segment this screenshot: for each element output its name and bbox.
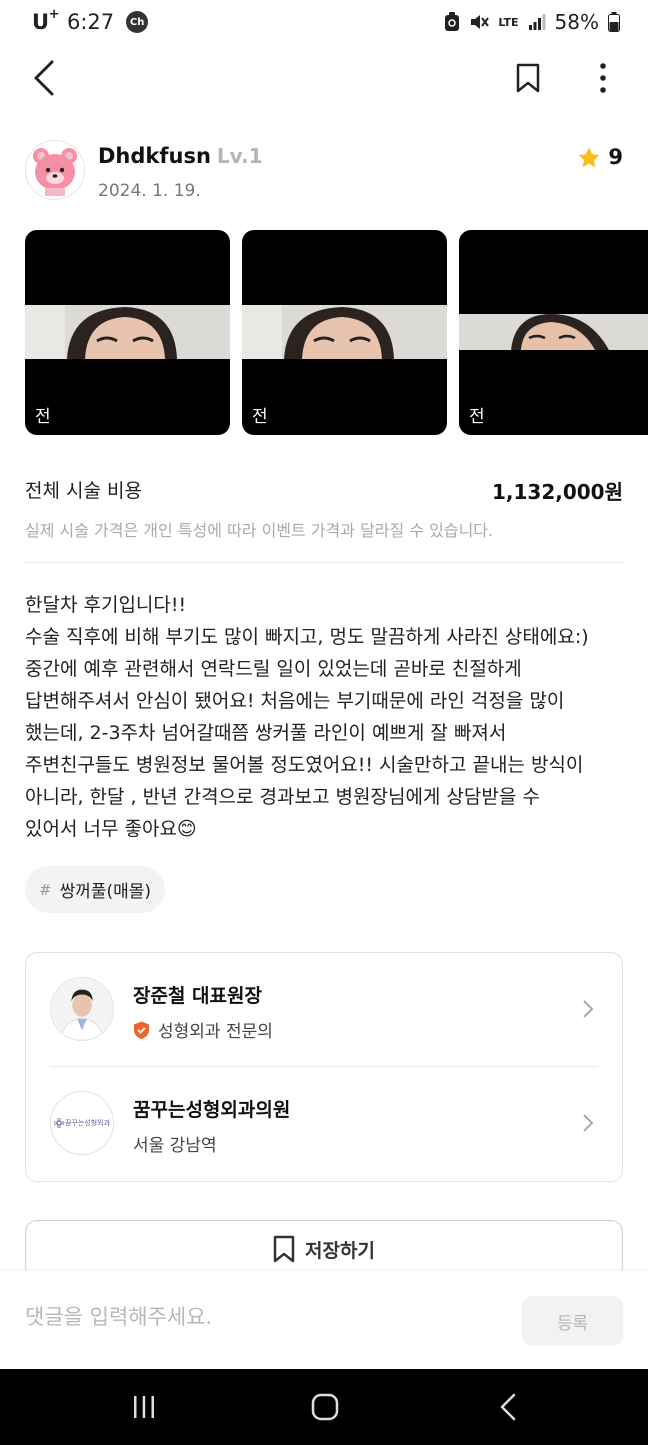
clinic-name: 꿈꾸는성형외과의원 bbox=[133, 1099, 291, 1121]
photo-label: 전 bbox=[469, 407, 485, 427]
doctor-name: 장준철 대표원장 bbox=[133, 985, 262, 1007]
review-line: 중간에 예후 관련해서 연락드릴 일이 있었는데 곧바로 친절하게 bbox=[25, 658, 522, 680]
signal-icon bbox=[528, 13, 546, 31]
rating: 9 bbox=[578, 145, 623, 169]
photo-item[interactable]: 전 bbox=[25, 230, 230, 435]
submit-comment-button[interactable]: 등록 bbox=[522, 1296, 623, 1346]
clinic-logo-text: 꿈꾸는성형외과 bbox=[64, 1119, 111, 1127]
clinic-flower-icon bbox=[53, 1118, 64, 1128]
comment-bar: 등록 bbox=[0, 1271, 648, 1369]
cost-value: 1,132,000원 bbox=[491, 480, 623, 504]
author-section: Dhdkfusn Lv.1 2024. 1. 19. 9 bbox=[25, 140, 623, 204]
bookmark-icon bbox=[516, 63, 540, 93]
system-back-button[interactable] bbox=[488, 1389, 528, 1425]
face-image bbox=[459, 314, 648, 350]
bookmark-icon bbox=[273, 1235, 295, 1263]
review-line: 있어서 너무 좋아요😊 bbox=[25, 818, 197, 840]
bear-avatar-icon bbox=[33, 148, 77, 196]
recent-apps-icon bbox=[134, 1396, 154, 1418]
home-button[interactable] bbox=[305, 1389, 345, 1425]
doctor-photo-icon bbox=[51, 978, 113, 1040]
verified-badge-icon bbox=[134, 1021, 149, 1039]
review-line: 했는데, 2-3주차 넘어갈때쯤 쌍커풀 라인이 예쁘게 잘 빠져서 bbox=[25, 722, 507, 744]
divider bbox=[25, 562, 623, 563]
status-bar: U+ 6:27 Ch LTE 58% bbox=[0, 0, 648, 44]
rating-value: 9 bbox=[608, 145, 623, 169]
hash-icon: # bbox=[39, 880, 52, 899]
doctor-avatar bbox=[50, 977, 114, 1041]
battery-icon bbox=[608, 12, 620, 32]
carrier-sup: + bbox=[48, 7, 60, 22]
save-label: 저장하기 bbox=[305, 1239, 375, 1262]
carrier-label: U+ bbox=[32, 7, 60, 34]
lte-icon: LTE bbox=[498, 15, 519, 29]
back-button[interactable] bbox=[26, 56, 62, 100]
clinic-location: 서울 강남역 bbox=[133, 1136, 217, 1156]
tag-text: 쌍꺼풀(매몰) bbox=[59, 882, 152, 902]
home-icon bbox=[311, 1393, 339, 1421]
system-nav-bar bbox=[0, 1369, 648, 1445]
status-right: LTE 58% bbox=[444, 10, 620, 34]
mute-icon bbox=[469, 12, 490, 32]
status-left: U+ 6:27 Ch bbox=[32, 7, 149, 34]
cost-note: 실제 시술 가격은 개인 특성에 따라 이벤트 가격과 달라질 수 있습니다. bbox=[25, 521, 494, 540]
ch-badge-icon: Ch bbox=[126, 11, 149, 33]
bookmark-button[interactable] bbox=[510, 56, 546, 100]
photo-label: 전 bbox=[35, 407, 51, 427]
battery-percent: 58% bbox=[554, 10, 599, 34]
clinic-logo: 꿈꾸는성형외과 bbox=[50, 1091, 114, 1155]
recycle-icon bbox=[444, 12, 460, 32]
photo-strip: 전 전 전 bbox=[25, 230, 648, 435]
doctor-specialty-row: 성형외과 전문의 bbox=[133, 1017, 273, 1042]
author-level: Lv.1 bbox=[216, 144, 263, 168]
clinic-row[interactable]: 꿈꾸는성형외과 꿈꾸는성형외과의원 서울 강남역 bbox=[26, 1067, 622, 1181]
more-options-button[interactable] bbox=[588, 56, 618, 100]
doctor-specialty: 성형외과 전문의 bbox=[158, 1022, 273, 1042]
back-arrow-icon bbox=[34, 60, 54, 96]
author-name-row: Dhdkfusn Lv.1 bbox=[98, 144, 263, 168]
status-time: 6:27 bbox=[66, 10, 115, 34]
more-vertical-icon bbox=[600, 63, 606, 93]
carrier-text: U bbox=[32, 10, 49, 34]
author-name[interactable]: Dhdkfusn bbox=[98, 144, 211, 168]
procedure-tag[interactable]: # 쌍꺼풀(매몰) bbox=[25, 866, 166, 913]
face-image bbox=[25, 305, 230, 359]
recent-apps-button[interactable] bbox=[124, 1389, 164, 1425]
cost-section: 전체 시술 비용 1,132,000원 실제 시술 가격은 개인 특성에 따라 … bbox=[25, 476, 623, 541]
system-back-icon bbox=[500, 1393, 516, 1421]
star-icon bbox=[579, 147, 600, 167]
doctor-row[interactable]: 장준철 대표원장 성형외과 전문의 bbox=[26, 953, 622, 1067]
review-line: 주변친구들도 병원정보 물어볼 정도였어요!! 시술만하고 끝내는 방식이 bbox=[25, 754, 584, 776]
review-line: 수술 직후에 비해 부기도 많이 빠지고, 멍도 말끔하게 사라진 상태에요:) bbox=[25, 626, 589, 648]
photo-item[interactable]: 전 bbox=[242, 230, 447, 435]
photo-item[interactable]: 전 bbox=[459, 230, 648, 435]
chevron-right-icon bbox=[583, 1114, 594, 1132]
review-date: 2024. 1. 19. bbox=[98, 181, 201, 201]
save-button[interactable]: 저장하기 bbox=[25, 1220, 623, 1278]
app-header bbox=[0, 50, 648, 106]
avatar[interactable] bbox=[25, 140, 85, 200]
photo-label: 전 bbox=[252, 407, 268, 427]
face-image bbox=[242, 305, 447, 359]
info-card: 장준철 대표원장 성형외과 전문의 꿈꾸는성형외과 꿈꾸는성형외과의원 서울 강… bbox=[25, 952, 623, 1182]
comment-input[interactable] bbox=[25, 1305, 505, 1329]
review-body: 한달차 후기입니다!! 수술 직후에 비해 부기도 많이 빠지고, 멍도 말끔하… bbox=[25, 589, 625, 845]
chevron-right-icon bbox=[583, 1000, 594, 1018]
review-line: 한달차 후기입니다!! bbox=[25, 594, 187, 616]
review-line: 아니라, 한달 , 반년 간격으로 경과보고 병원장님에게 상담받을 수 bbox=[25, 786, 540, 808]
review-line: 답변해주셔서 안심이 됐어요! 처음에는 부기때문에 라인 걱정을 많이 bbox=[25, 690, 565, 712]
